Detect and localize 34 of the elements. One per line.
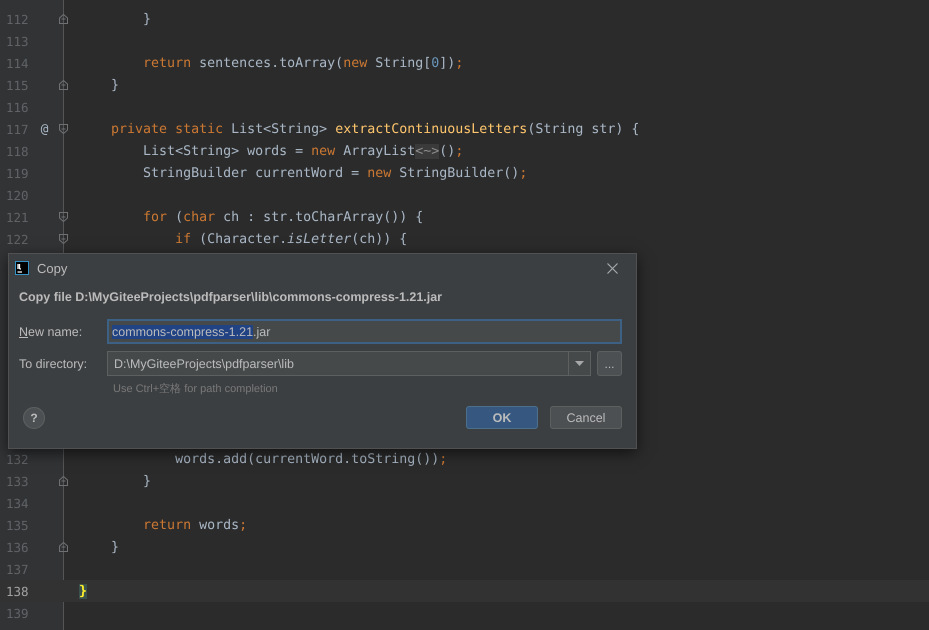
code-line: } — [142, 474, 152, 488]
fold-marker-icon[interactable] — [58, 542, 68, 552]
fold-marker-icon[interactable] — [58, 476, 68, 486]
fold-marker-icon[interactable] — [58, 234, 68, 244]
fold-marker-icon[interactable] — [58, 80, 68, 90]
fold-marker-icon[interactable] — [58, 212, 68, 222]
code-line: } — [110, 78, 120, 92]
fold-marker-icon[interactable] — [58, 14, 68, 24]
code-line: return words; — [142, 518, 248, 532]
code-line: List<String> words = new ArrayList<~>(); — [142, 144, 464, 158]
fold-marker-icon[interactable] — [58, 124, 68, 134]
dialog-button[interactable]: Cancel — [550, 406, 622, 429]
code-line: StringBuilder currentWord = new StringBuilder(); — [142, 166, 528, 180]
code-line: if (Character.isLetter(ch)) { — [174, 232, 408, 246]
help-button[interactable]: ? — [23, 406, 45, 428]
app-logo-icon — [15, 261, 29, 275]
code-line: private static List<String> extractContinuousLetters(String str) { — [110, 122, 640, 136]
close-icon[interactable] — [607, 262, 618, 274]
code-line: words.add(currentWord.toString()); — [174, 452, 448, 466]
line-number: 138 — [5, 584, 30, 598]
code-line: return sentences.toArray(new String[0]); — [142, 56, 464, 70]
dialog-title: Copy — [37, 260, 68, 276]
field-label: New name: — [19, 324, 84, 338]
browse-button[interactable]: ... — [597, 351, 622, 376]
input-field[interactable]: commons-compress-1.21.jar — [107, 319, 622, 344]
directory-combo-box[interactable]: D:\MyGiteeProjects\pdfparser\lib — [107, 351, 591, 376]
override-marker-icon[interactable]: @ — [40, 122, 48, 136]
code-line: } — [110, 540, 120, 554]
hint-text: Use Ctrl+空格 for path completion — [112, 382, 279, 396]
dialog-heading: Copy file D:\MyGiteeProjects\pdfparser\lib\commons-compress-1.21.jar — [18, 289, 444, 306]
dialog-button[interactable]: OK — [466, 406, 538, 429]
code-line: } — [142, 12, 152, 26]
field-label: To directory: — [19, 356, 88, 370]
code-line: for (char ch : str.toCharArray()) { — [142, 210, 424, 224]
